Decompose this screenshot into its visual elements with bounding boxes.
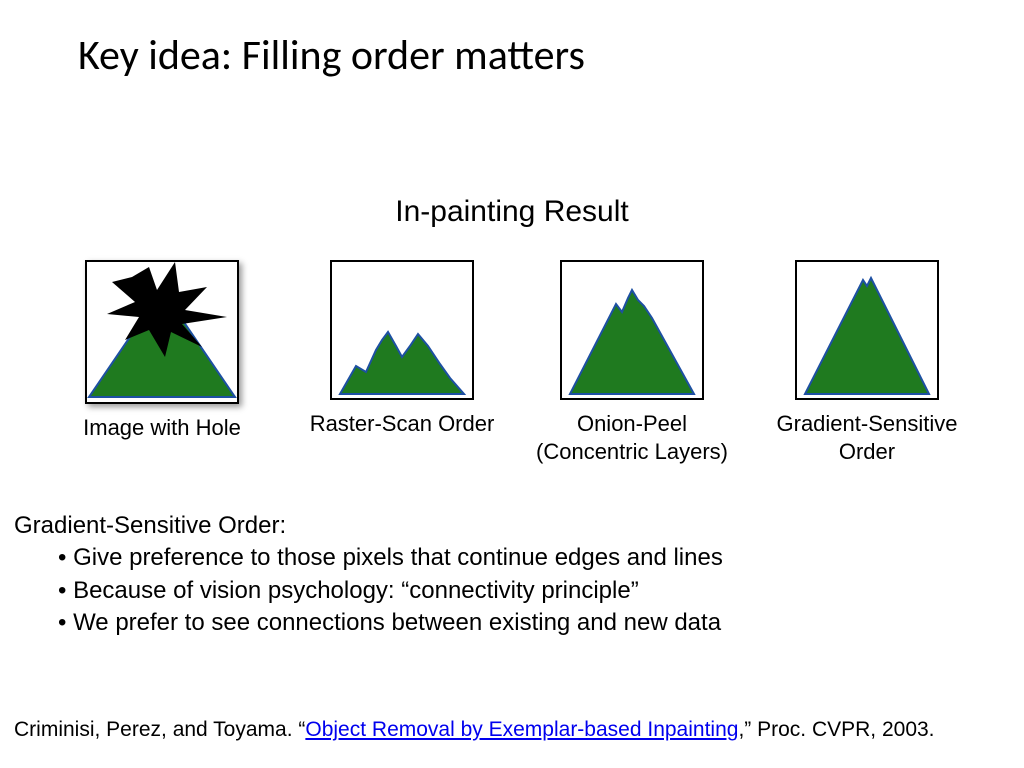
- figure-raster-caption: Raster-Scan Order: [310, 410, 495, 438]
- slide-subtitle: In-painting Result: [0, 195, 1024, 229]
- citation-suffix: ,” Proc. CVPR, 2003.: [738, 718, 934, 741]
- figure-hole-image: [85, 260, 239, 404]
- slide: Key idea: Filling order matters In-paint…: [0, 0, 1024, 768]
- citation: Criminisi, Perez, and Toyama. “Object Re…: [14, 718, 1010, 742]
- figure-onion-caption: Onion-Peel (Concentric Layers): [536, 410, 728, 465]
- citation-link[interactable]: Object Removal by Exemplar-based Inpaint…: [305, 718, 738, 741]
- figure-gradient-caption-line2: Order: [839, 439, 895, 464]
- figure-gradient-caption: Gradient-Sensitive Order: [777, 410, 958, 465]
- figure-hole: Image with Hole: [62, 260, 262, 442]
- bullet-item: Give preference to those pixels that con…: [58, 542, 723, 574]
- figure-row: Image with Hole Raster-Scan Order Onion-…: [0, 260, 1024, 465]
- figure-onion-caption-line1: Onion-Peel: [577, 411, 687, 436]
- body-bullets: Give preference to those pixels that con…: [14, 542, 723, 639]
- figure-hole-caption: Image with Hole: [83, 414, 241, 442]
- body-heading: Gradient-Sensitive Order:: [14, 510, 723, 542]
- figure-onion-caption-line2: (Concentric Layers): [536, 439, 728, 464]
- figure-gradient-caption-line1: Gradient-Sensitive: [777, 411, 958, 436]
- figure-raster-image: [330, 260, 474, 400]
- figure-onion: Onion-Peel (Concentric Layers): [522, 260, 742, 465]
- figure-raster: Raster-Scan Order: [302, 260, 502, 438]
- body-text: Gradient-Sensitive Order: Give preferenc…: [14, 510, 723, 640]
- slide-title: Key idea: Filling order matters: [78, 30, 585, 81]
- bullet-item: Because of vision psychology: “connectiv…: [58, 575, 723, 607]
- figure-gradient-image: [795, 260, 939, 400]
- figure-onion-image: [560, 260, 704, 400]
- figure-gradient: Gradient-Sensitive Order: [742, 260, 992, 465]
- citation-prefix: Criminisi, Perez, and Toyama. “: [14, 718, 305, 741]
- bullet-item: We prefer to see connections between exi…: [58, 607, 723, 639]
